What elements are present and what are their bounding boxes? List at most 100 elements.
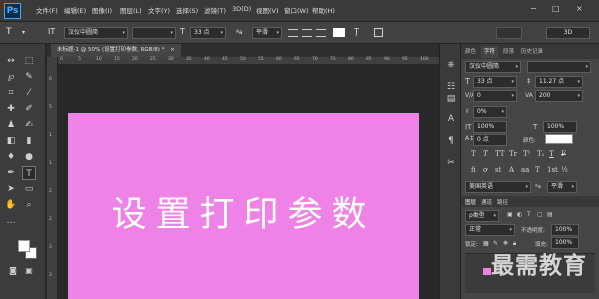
panel-kerning[interactable]: 0 ▾ — [473, 90, 517, 102]
quick-mask-icon[interactable]: ◙ — [6, 264, 20, 278]
panel-font-style[interactable]: ▾ — [527, 61, 591, 73]
filter-shape-icon[interactable]: ▢ — [537, 211, 543, 218]
panel-horizontal-scale[interactable]: 100% — [543, 121, 577, 133]
3d-mode-select[interactable]: 3D — [546, 27, 590, 39]
anti-alias-select[interactable]: 平滑 ▾ — [252, 27, 282, 39]
screen-mode-icon[interactable]: ▣ — [22, 264, 36, 278]
opentype-a-icon[interactable]: A — [509, 166, 514, 174]
panel-font-family[interactable]: 汉仪中圆简 ▾ — [465, 61, 521, 73]
layer-filter-select[interactable]: ρ类型 ▾ — [465, 210, 499, 222]
style-all-caps[interactable]: TT — [495, 150, 504, 158]
blend-mode-select[interactable]: 正常 ▾ — [465, 224, 515, 236]
opentype-fi-icon[interactable]: fi — [471, 166, 476, 174]
menu-layer[interactable]: 图层(L) — [120, 5, 142, 15]
menu-file[interactable]: 文件(F) — [36, 5, 58, 15]
language-select[interactable]: 美国英语 ▾ — [465, 181, 531, 193]
opentype-ornament-icon[interactable]: ơ — [483, 166, 487, 174]
close-tab-icon[interactable]: × — [170, 47, 175, 53]
align-left-icon[interactable] — [288, 29, 298, 37]
quick-select-tool-icon[interactable]: ✎ — [22, 70, 36, 84]
eyedropper-tool-icon[interactable]: ⁄ — [22, 86, 36, 100]
character-panel-icon[interactable]: A — [444, 112, 458, 126]
hand-tool-icon[interactable]: ✋ — [4, 198, 18, 212]
layer-thumbnail[interactable] — [483, 268, 491, 275]
opentype-1st-icon[interactable]: 1st — [547, 166, 558, 174]
filter-pixel-icon[interactable]: ▣ — [507, 211, 513, 218]
document-canvas[interactable]: 设置打印参数 — [68, 113, 419, 299]
gradient-tool-icon[interactable]: ▮ — [22, 134, 36, 148]
style-small-caps[interactable]: Tr — [509, 150, 517, 158]
menu-window[interactable]: 窗口(W) — [284, 5, 309, 15]
history-brush-tool-icon[interactable]: ✍ — [22, 118, 36, 132]
filter-type-icon[interactable]: T — [527, 211, 531, 218]
opentype-ad-icon[interactable]: aa — [521, 166, 529, 174]
text-orientation-icon[interactable]: IT — [48, 26, 55, 38]
minimize-button[interactable]: − — [530, 4, 537, 13]
tab-color[interactable]: 颜色 — [465, 46, 476, 58]
menu-filter[interactable]: 滤镜(T) — [204, 5, 226, 15]
path-select-tool-icon[interactable]: ➤ — [4, 182, 18, 196]
pen-tool-icon[interactable]: ✒ — [4, 166, 18, 180]
menu-view[interactable]: 视图(V) — [256, 5, 279, 15]
tab-layers[interactable]: 图层 — [465, 198, 476, 206]
move-tool-icon[interactable]: ↔ — [4, 54, 18, 68]
marquee-tool-icon[interactable]: ⬚ — [22, 54, 36, 68]
opentype-t-icon[interactable]: T — [535, 166, 540, 174]
maximize-button[interactable]: □ — [552, 4, 560, 13]
eraser-tool-icon[interactable]: ◧ — [4, 134, 18, 148]
tab-paragraph[interactable]: 段落 — [503, 46, 514, 58]
panel-color-swatch[interactable] — [545, 134, 573, 144]
paragraph-panel-icon[interactable]: ¶ — [444, 134, 458, 148]
properties-panel-icon[interactable]: ▤ — [444, 92, 458, 106]
menu-help[interactable]: 帮助(H) — [312, 5, 335, 15]
style-underline[interactable]: T — [549, 150, 554, 158]
font-style-select[interactable]: ▾ — [132, 27, 176, 39]
tab-channels[interactable]: 通道 — [481, 198, 492, 206]
panel-tracking[interactable]: 200 ▾ — [535, 90, 583, 102]
workspace-button[interactable] — [496, 27, 522, 39]
type-tool-icon[interactable]: T — [22, 166, 36, 180]
lock-pixels-icon[interactable]: ▦ — [483, 240, 489, 247]
tab-paths[interactable]: 路径 — [497, 198, 508, 206]
dodge-tool-icon[interactable]: ● — [22, 150, 36, 164]
menu-edit[interactable]: 编辑(E) — [64, 5, 86, 15]
menu-select[interactable]: 选择(S) — [176, 5, 198, 15]
brush-tool-icon[interactable]: ✐ — [22, 102, 36, 116]
align-center-icon[interactable] — [302, 29, 312, 37]
warp-text-icon[interactable]: Ţ — [354, 26, 359, 38]
filter-smart-icon[interactable]: ▤ — [547, 211, 553, 218]
close-button[interactable]: × — [576, 4, 583, 13]
zoom-tool-icon[interactable]: ⌕ — [22, 198, 36, 212]
blur-tool-icon[interactable]: ♦ — [4, 150, 18, 164]
character-panel-icon[interactable] — [374, 28, 383, 37]
panel-leading[interactable]: 11.27 点 ▾ — [535, 76, 583, 88]
style-superscript[interactable]: T¹ — [523, 150, 530, 158]
font-size-select[interactable]: 33 点 ▾ — [190, 27, 226, 39]
panel-vertical-scale[interactable]: 100% — [473, 121, 507, 133]
tab-history[interactable]: 历史记录 — [521, 46, 543, 58]
panel-baseline-shift[interactable]: 0 点 — [473, 134, 507, 146]
lasso-tool-icon[interactable]: ℘ — [4, 70, 18, 84]
type-tool-icon[interactable]: T — [6, 26, 12, 38]
more-tools-icon[interactable]: … — [4, 214, 18, 228]
tool-preset-icon[interactable]: ▾ — [22, 27, 25, 39]
foreground-color-swatch[interactable] — [18, 240, 30, 252]
menu-image[interactable]: 图像(I) — [92, 5, 112, 15]
filter-adjustment-icon[interactable]: ◐ — [517, 211, 522, 218]
panel-anti-alias-select[interactable]: 平滑 ▾ — [547, 181, 577, 193]
text-color-swatch[interactable] — [333, 28, 345, 37]
font-family-select[interactable]: 汉仪中圆简 ▾ — [64, 27, 128, 39]
clone-stamp-tool-icon[interactable]: ♟ — [4, 118, 18, 132]
tools-preset-icon[interactable]: ✂ — [444, 156, 458, 170]
style-strikethrough[interactable]: F — [561, 150, 566, 158]
tab-character[interactable]: 字符 — [481, 46, 499, 58]
history-panel-icon[interactable]: ⎈ — [444, 58, 458, 72]
opentype-half-icon[interactable]: ½ — [561, 166, 568, 174]
document-tab[interactable]: 未标题-1 @ 50% (设置打印参数, RGB/8) * × — [51, 44, 181, 57]
panel-scale-percent[interactable]: 0% ▾ — [473, 106, 507, 118]
panel-font-size[interactable]: 33 点 ▾ — [473, 76, 517, 88]
style-faux-bold[interactable]: T — [471, 150, 476, 158]
opentype-st-icon[interactable]: st — [495, 166, 501, 174]
opacity-field[interactable]: 100% — [551, 224, 579, 236]
style-subscript[interactable]: T₁ — [537, 150, 544, 158]
